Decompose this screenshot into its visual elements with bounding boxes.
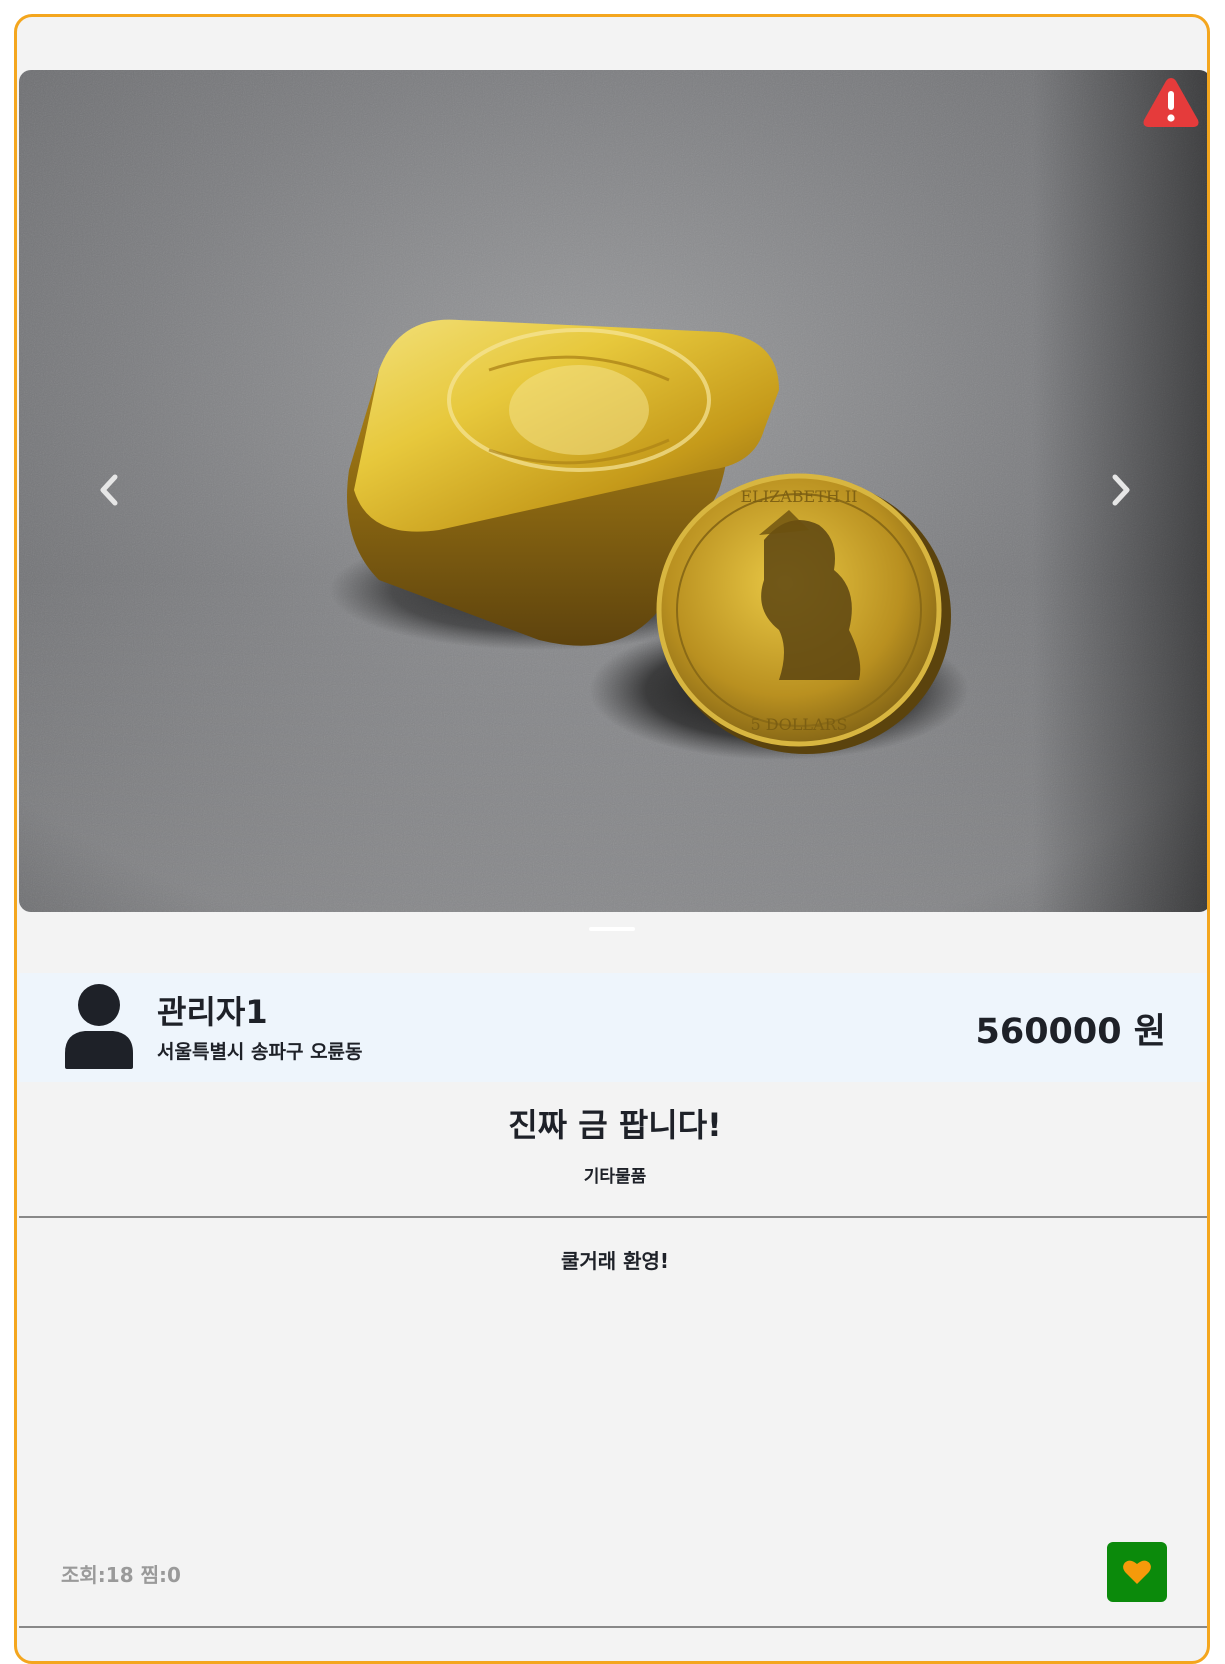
product-title: 진짜 금 팝니다! <box>508 1106 722 1144</box>
carousel-prev-button[interactable] <box>79 460 139 520</box>
seller-name: 관리자1 <box>157 993 268 1031</box>
bottom-divider <box>19 1626 1207 1628</box>
svg-text:5 DOLLARS: 5 DOLLARS <box>750 715 847 734</box>
carousel-indicator[interactable] <box>589 927 635 931</box>
product-category: 기타물품 <box>583 1167 647 1187</box>
product-photo: ELIZABETH II 5 DOLLARS <box>19 70 1207 912</box>
product-description: 쿨거래 환영! <box>560 1249 670 1273</box>
chevron-right-icon <box>1112 474 1130 506</box>
carousel-next-button[interactable] <box>1091 460 1151 520</box>
seller-info: 관리자1 서울특별시 송파구 오륜동 560000 원 <box>19 973 1207 1082</box>
seller-location: 서울특별시 송파구 오륜동 <box>157 1041 363 1063</box>
report-button[interactable] <box>1141 74 1201 130</box>
warning-triangle-icon <box>1143 78 1199 127</box>
product-card: ELIZABETH II 5 DOLLARS 관리자1 서울특별시 송파구 오륜… <box>14 14 1210 1664</box>
divider <box>19 1216 1207 1218</box>
price: 560000 원 <box>975 1012 1166 1052</box>
view-like-stats: 조회:18 찜:0 <box>61 1563 181 1587</box>
svg-text:ELIZABETH II: ELIZABETH II <box>740 487 857 506</box>
chevron-left-icon <box>100 474 118 506</box>
user-icon <box>65 984 133 1069</box>
like-button[interactable] <box>1107 1542 1167 1602</box>
heart-icon <box>1123 1560 1151 1584</box>
image-carousel[interactable]: ELIZABETH II 5 DOLLARS <box>19 70 1207 912</box>
